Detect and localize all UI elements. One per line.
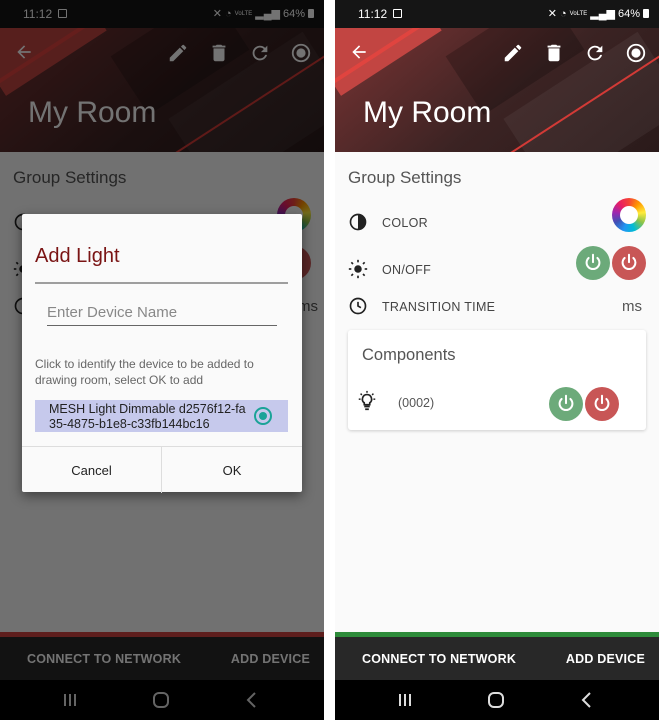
group-content: Group Settings COLOR ON/OFF TRANSITION T… bbox=[335, 152, 659, 632]
add-light-dialog: Add Light Click to identify the device t… bbox=[22, 214, 302, 493]
edit-icon[interactable] bbox=[502, 42, 526, 66]
device-name-input[interactable] bbox=[47, 302, 277, 326]
transition-unit: ms bbox=[622, 298, 642, 315]
home-icon[interactable] bbox=[486, 690, 506, 710]
component-power-off-button[interactable] bbox=[585, 387, 619, 421]
system-icons: ✕ ◔ VoLTE ▂▄▆ 64% bbox=[548, 7, 649, 20]
status-time: 11:12 bbox=[358, 7, 388, 21]
battery-label: 64% bbox=[617, 7, 640, 20]
onoff-label: ON/OFF bbox=[382, 263, 432, 277]
power-off-button[interactable] bbox=[612, 246, 646, 280]
radio-selected-icon[interactable] bbox=[254, 407, 272, 425]
group-settings-title: Group Settings bbox=[348, 168, 462, 187]
bottom-action-bar: CONNECT TO NETWORK ADD DEVICE bbox=[335, 632, 659, 680]
transition-label: TRANSITION TIME bbox=[382, 300, 496, 314]
device-item-label: MESH Light Dimmable d2576f12-fa35-4875-b… bbox=[49, 402, 246, 431]
dialog-help-text: Click to identify the device to be added… bbox=[35, 357, 254, 387]
record-icon[interactable] bbox=[625, 42, 649, 66]
clock-icon bbox=[348, 296, 368, 316]
back-arrow-icon[interactable] bbox=[349, 42, 369, 62]
connect-network-button[interactable]: CONNECT TO NETWORK bbox=[362, 652, 516, 666]
screenshot-stage: 11:12 ✕ ◔ VoLTE ▂▄▆ 64% bbox=[0, 0, 659, 720]
accent-strip bbox=[335, 632, 659, 637]
wifi-icon: ◔ bbox=[560, 7, 567, 20]
header-actions bbox=[502, 42, 649, 66]
signal-icon: ▂▄▆ bbox=[590, 8, 615, 20]
color-label: COLOR bbox=[382, 216, 428, 230]
app-header: My Room bbox=[335, 28, 659, 152]
components-title: Components bbox=[362, 346, 456, 364]
page-title: My Room bbox=[363, 96, 492, 129]
phone-left: 11:12 ✕ ◔ VoLTE ▂▄▆ 64% bbox=[0, 0, 324, 720]
dialog-actions: Cancel OK bbox=[22, 446, 302, 493]
component-power-on-button[interactable] bbox=[549, 387, 583, 421]
battery-icon bbox=[643, 9, 649, 18]
status-bar: 11:12 ✕ ◔ VoLTE ▂▄▆ 64% bbox=[335, 0, 659, 28]
cancel-button[interactable]: Cancel bbox=[22, 447, 162, 493]
transition-row: TRANSITION TIME bbox=[348, 292, 648, 322]
device-list-item[interactable]: MESH Light Dimmable d2576f12-fa35-4875-b… bbox=[35, 400, 288, 432]
back-nav-icon[interactable] bbox=[577, 690, 597, 710]
phone-right: 11:12 ✕ ◔ VoLTE ▂▄▆ 64% My Room Group Se… bbox=[335, 0, 659, 720]
power-on-button[interactable] bbox=[576, 246, 610, 280]
dialog-divider bbox=[35, 282, 288, 284]
color-wheel[interactable] bbox=[612, 198, 646, 232]
add-device-button[interactable]: ADD DEVICE bbox=[566, 652, 645, 666]
contrast-icon bbox=[348, 212, 368, 232]
system-nav-bar bbox=[335, 680, 659, 720]
network-label: VoLTE bbox=[569, 10, 588, 17]
recents-icon[interactable] bbox=[395, 690, 415, 710]
components-card: Components (0002) bbox=[348, 330, 646, 430]
brightness-icon bbox=[348, 259, 368, 279]
delete-icon[interactable] bbox=[543, 42, 567, 66]
mute-icon: ✕ bbox=[547, 8, 558, 20]
ok-button[interactable]: OK bbox=[162, 447, 302, 493]
color-row: COLOR bbox=[348, 208, 648, 238]
gallery-icon bbox=[393, 9, 402, 18]
dialog-title: Add Light bbox=[35, 245, 120, 267]
refresh-icon[interactable] bbox=[584, 42, 608, 66]
bulb-icon bbox=[356, 390, 378, 412]
component-id: (0002) bbox=[398, 396, 435, 410]
